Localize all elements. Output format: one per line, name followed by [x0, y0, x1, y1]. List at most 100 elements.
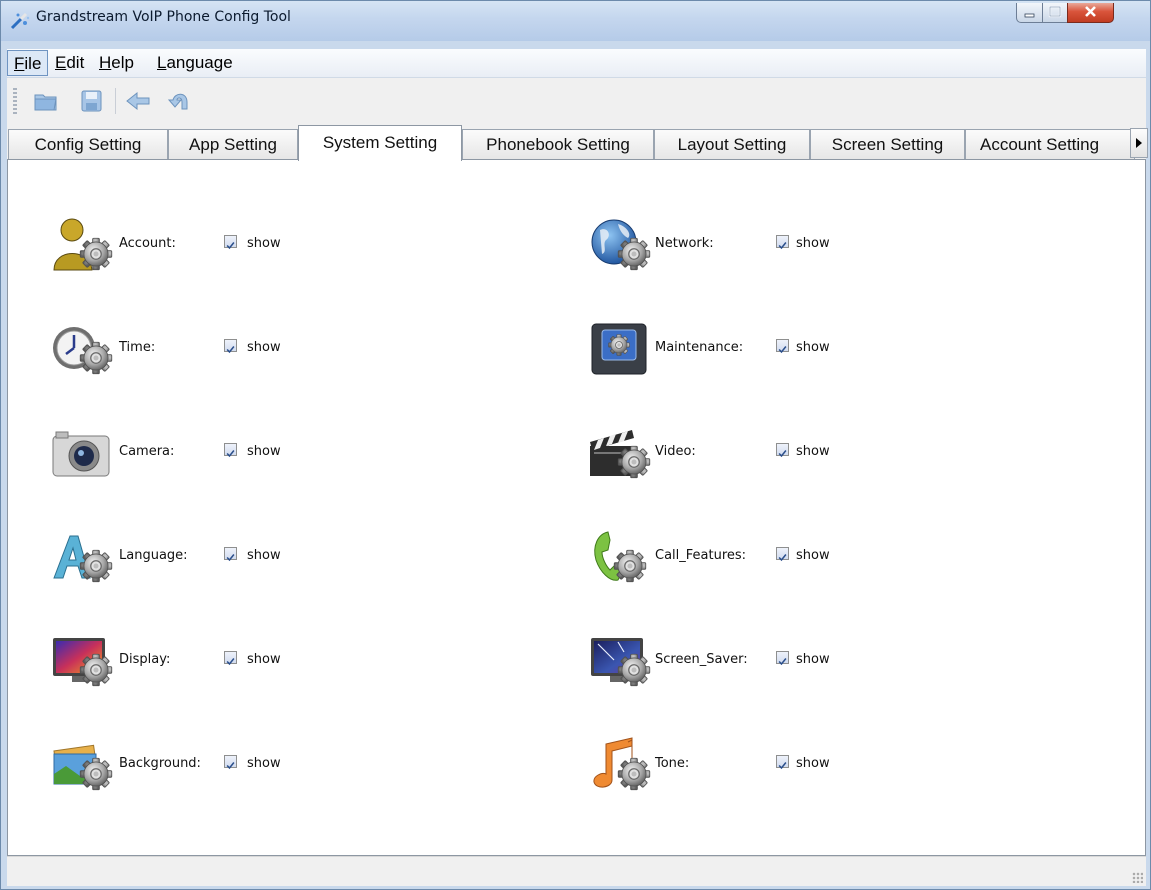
menu-help-label: elp [111, 53, 134, 72]
checkbox-label[interactable]: show [796, 652, 830, 667]
show-checkbox[interactable] [776, 443, 789, 457]
maximize-button[interactable] [1042, 3, 1068, 23]
menu-file[interactable]: File [7, 50, 49, 76]
close-button[interactable] [1067, 3, 1114, 23]
checkmark-icon [778, 553, 787, 561]
setting-label: Camera: [119, 444, 175, 459]
setting-label: Account: [119, 236, 176, 251]
checkmark-icon [778, 657, 787, 665]
checkmark-icon [778, 449, 787, 457]
checkbox-label[interactable]: show [796, 548, 830, 563]
checkbox-label[interactable]: show [247, 444, 281, 459]
show-checkbox[interactable] [224, 339, 237, 353]
tab-label: System Setting [322, 133, 438, 152]
setting-label: Tone: [655, 756, 690, 771]
show-checkbox[interactable] [224, 547, 237, 561]
music-note-gear-icon [593, 737, 651, 791]
show-checkbox[interactable] [224, 755, 237, 769]
setting-row-call-features: Call_Features: show [588, 526, 888, 596]
tab-phonebook-setting[interactable]: Phonebook Setting [462, 129, 654, 160]
show-checkbox[interactable] [776, 755, 789, 769]
checkbox-label[interactable]: show [247, 340, 281, 355]
open-folder-icon[interactable] [33, 89, 59, 113]
tab-label: Account Setting [980, 135, 1100, 154]
app-icon [10, 12, 30, 30]
checkbox-label[interactable]: show [247, 236, 281, 251]
tab-app-setting[interactable]: App Setting [168, 129, 298, 160]
tab-account-setting[interactable]: Account Setting [965, 129, 1135, 160]
tab-scroll-right-button[interactable] [1130, 128, 1148, 158]
checkmark-icon [778, 345, 787, 353]
setting-row-network: Network: show [588, 214, 888, 284]
toolbar-grip[interactable] [13, 88, 17, 114]
menu-edit-mnemonic: E [55, 53, 67, 72]
globe-gear-icon [591, 219, 651, 271]
background-gear-icon [53, 744, 113, 791]
menu-language[interactable]: Language [151, 50, 239, 76]
checkmark-icon [226, 241, 235, 249]
undo-icon[interactable] [167, 89, 193, 113]
checkbox-label[interactable]: show [796, 340, 830, 355]
menu-language-label: anguage [166, 53, 233, 72]
setting-row-screen-saver: Screen_Saver: show [588, 630, 888, 700]
phone-gear-icon [594, 531, 647, 583]
checkbox-label[interactable]: show [247, 548, 281, 563]
setting-label: Call_Features: [655, 548, 747, 563]
setting-label: Screen_Saver: [655, 652, 748, 667]
tab-label: Layout Setting [677, 135, 787, 154]
toolbar [7, 78, 1146, 125]
tab-label: App Setting [189, 135, 277, 154]
tab-strip: Config Setting App Setting System Settin… [7, 125, 1148, 161]
setting-row-account: Account: show [50, 214, 350, 284]
checkbox-label[interactable]: show [247, 756, 281, 771]
clapperboard-gear-icon [590, 430, 651, 479]
maximize-icon [1048, 5, 1062, 18]
toolbar-separator [115, 88, 116, 114]
checkbox-label[interactable]: show [247, 652, 281, 667]
resize-grip-icon[interactable] [1132, 872, 1143, 883]
minimize-button[interactable] [1016, 3, 1043, 23]
setting-label: Video: [655, 444, 696, 459]
tab-screen-setting[interactable]: Screen Setting [810, 129, 965, 160]
language-gear-icon [53, 535, 113, 583]
screen-saver-gear-icon [591, 638, 651, 687]
show-checkbox[interactable] [776, 339, 789, 353]
show-checkbox[interactable] [776, 651, 789, 665]
setting-row-language: Language: show [50, 526, 350, 596]
setting-label: Background: [119, 756, 201, 771]
window-title: Grandstream VoIP Phone Config Tool [36, 9, 291, 25]
checkbox-label[interactable]: show [796, 444, 830, 459]
menu-bar: File Edit Help Language [7, 49, 1146, 78]
title-bar[interactable]: Grandstream VoIP Phone Config Tool [1, 1, 1150, 41]
checkbox-label[interactable]: show [796, 756, 830, 771]
setting-row-background: Background: show [50, 734, 350, 804]
checkbox-label[interactable]: show [796, 236, 830, 251]
tab-config-setting[interactable]: Config Setting [8, 129, 168, 160]
show-checkbox[interactable] [776, 235, 789, 249]
setting-label: Maintenance: [655, 340, 744, 355]
arrow-right-icon [1136, 138, 1142, 148]
menu-file-label: ile [24, 54, 42, 73]
save-icon[interactable] [79, 89, 105, 113]
setting-row-tone: Tone: show [588, 734, 888, 804]
checkmark-icon [226, 657, 235, 665]
checkmark-icon [226, 345, 235, 353]
account-gear-icon [53, 218, 113, 271]
show-checkbox[interactable] [224, 651, 237, 665]
setting-row-camera: Camera: show [50, 422, 350, 492]
setting-label: Network: [655, 236, 714, 251]
show-checkbox[interactable] [776, 547, 789, 561]
system-setting-panel: Account: show Time: show Camera: show La… [7, 159, 1146, 856]
app-window: Grandstream VoIP Phone Config Tool File … [0, 0, 1151, 890]
tab-label: Phonebook Setting [486, 135, 630, 154]
show-checkbox[interactable] [224, 235, 237, 249]
setting-row-time: Time: show [50, 318, 350, 388]
menu-edit[interactable]: Edit [49, 50, 90, 76]
back-arrow-icon[interactable] [125, 89, 151, 113]
menu-help[interactable]: Help [93, 50, 140, 76]
show-checkbox[interactable] [224, 443, 237, 457]
tab-label: Config Setting [34, 135, 142, 154]
setting-label: Time: [119, 340, 156, 355]
tab-system-setting[interactable]: System Setting [298, 125, 462, 161]
tab-layout-setting[interactable]: Layout Setting [654, 129, 810, 160]
